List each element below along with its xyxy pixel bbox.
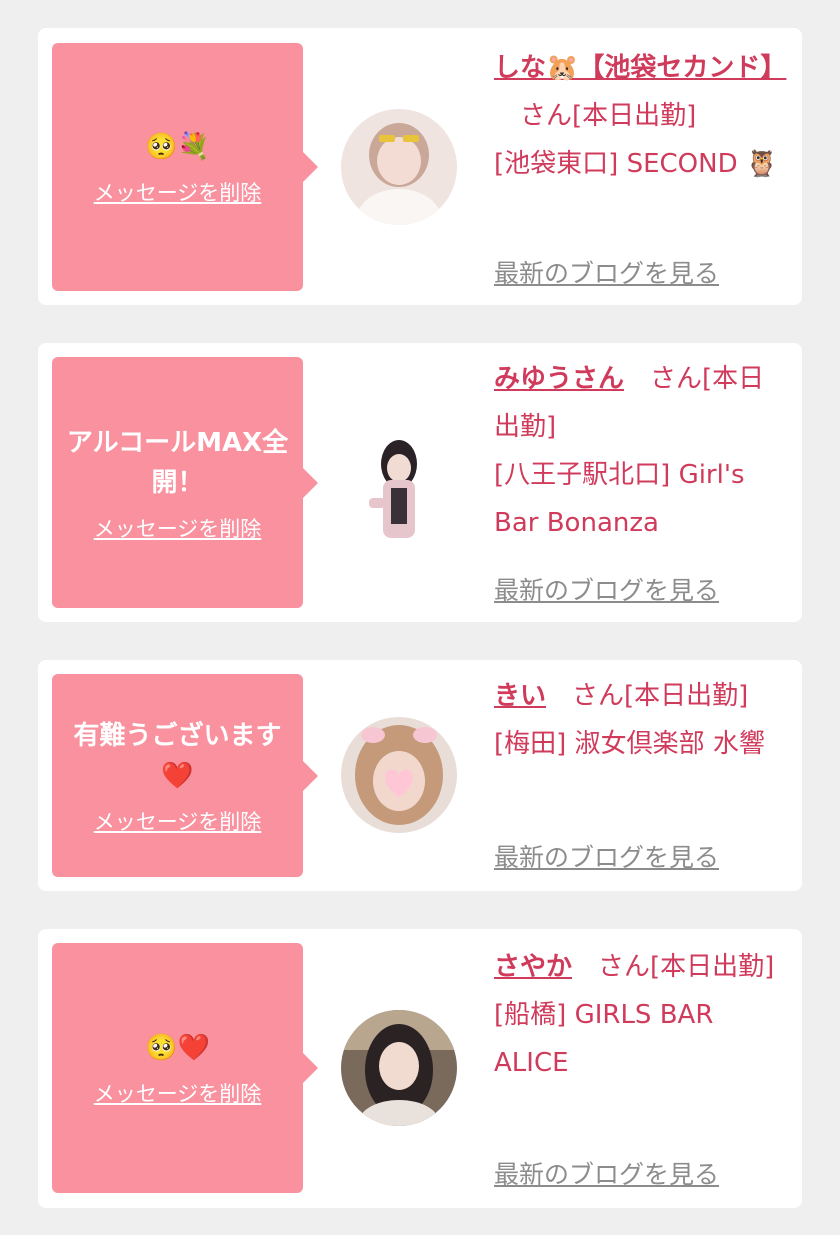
latest-blog-link[interactable]: 最新のブログを見る [494, 571, 719, 607]
cast-name-link[interactable]: さやか [494, 952, 572, 982]
cast-info: さやか さん[本日出勤] [船橋] GIRLS BAR ALICE 最新のブログを… [494, 929, 780, 1208]
cast-card: アルコールMAX全開！ メッセージを削除 みゆうさん さん[本日出勤] [八王子駅… [38, 343, 802, 622]
delete-message-link[interactable]: メッセージを削除 [94, 177, 262, 207]
cast-card: 🥺💐 メッセージを削除 しな🐹【池袋セカンド】さん[本日出勤] [池袋東口] S… [38, 28, 802, 305]
message-text: アルコールMAX全開！ [66, 427, 289, 498]
avatar[interactable] [341, 1010, 457, 1126]
shop-area: [池袋東口] [494, 149, 619, 179]
cast-info: みゆうさん さん[本日出勤] [八王子駅北口] Girl's Bar Bonanz… [494, 343, 780, 622]
message-bubble: 🥺❤️ メッセージを削除 [52, 943, 318, 1193]
message-text: 🥺❤️ [145, 1033, 210, 1063]
avatar[interactable] [341, 109, 457, 225]
delete-message-link[interactable]: メッセージを削除 [94, 1078, 262, 1108]
shop-area: [船橋] [494, 1000, 567, 1030]
cast-status: さん[本日出勤] [520, 101, 697, 131]
cast-status: さん[本日出勤] [572, 681, 749, 711]
cast-card: 🥺❤️ メッセージを削除 さやか さん[本日出勤] [船橋] GIRLS BAR … [38, 929, 802, 1208]
shop-area: [梅田] [494, 729, 567, 759]
cast-info: しな🐹【池袋セカンド】さん[本日出勤] [池袋東口] SECOND 🦉 最新のブ… [494, 28, 786, 305]
delete-message-link[interactable]: メッセージを削除 [94, 513, 262, 543]
cast-name-line: みゆうさん さん[本日出勤] [八王子駅北口] Girl's Bar Bonanz… [494, 355, 780, 547]
cast-name-link[interactable]: きい [494, 681, 546, 711]
latest-blog-link[interactable]: 最新のブログを見る [494, 838, 719, 874]
cast-name-link[interactable]: しな🐹【池袋セカンド】 [494, 53, 786, 83]
cast-name-line: さやか さん[本日出勤] [船橋] GIRLS BAR ALICE [494, 943, 780, 1087]
shop-name: 淑女倶楽部 水響 [574, 729, 765, 759]
cast-name-line: しな🐹【池袋セカンド】さん[本日出勤] [池袋東口] SECOND 🦉 [494, 44, 786, 188]
cast-info: きい さん[本日出勤] [梅田] 淑女倶楽部 水響 最新のブログを見る [494, 660, 780, 891]
message-bubble: アルコールMAX全開！ メッセージを削除 [52, 357, 318, 608]
cast-card: 有難うございます❤️ メッセージを削除 きい さん[本日出勤] [梅田] 淑女倶楽… [38, 660, 802, 891]
message-text: 有難うございます❤️ [73, 720, 282, 791]
shop-name: SECOND 🦉 [626, 149, 779, 179]
latest-blog-link[interactable]: 最新のブログを見る [494, 254, 719, 290]
delete-message-link[interactable]: メッセージを削除 [94, 806, 262, 836]
message-bubble: 🥺💐 メッセージを削除 [52, 43, 318, 291]
cast-name-line: きい さん[本日出勤] [梅田] 淑女倶楽部 水響 [494, 672, 780, 768]
cast-status: さん[本日出勤] [598, 952, 775, 982]
shop-area: [八王子駅北口] [494, 460, 671, 490]
avatar[interactable] [341, 717, 457, 833]
cast-name-link[interactable]: みゆうさん [494, 364, 624, 394]
message-bubble: 有難うございます❤️ メッセージを削除 [52, 674, 318, 877]
message-text: 🥺💐 [145, 132, 210, 162]
avatar[interactable] [341, 428, 457, 544]
latest-blog-link[interactable]: 最新のブログを見る [494, 1155, 719, 1191]
